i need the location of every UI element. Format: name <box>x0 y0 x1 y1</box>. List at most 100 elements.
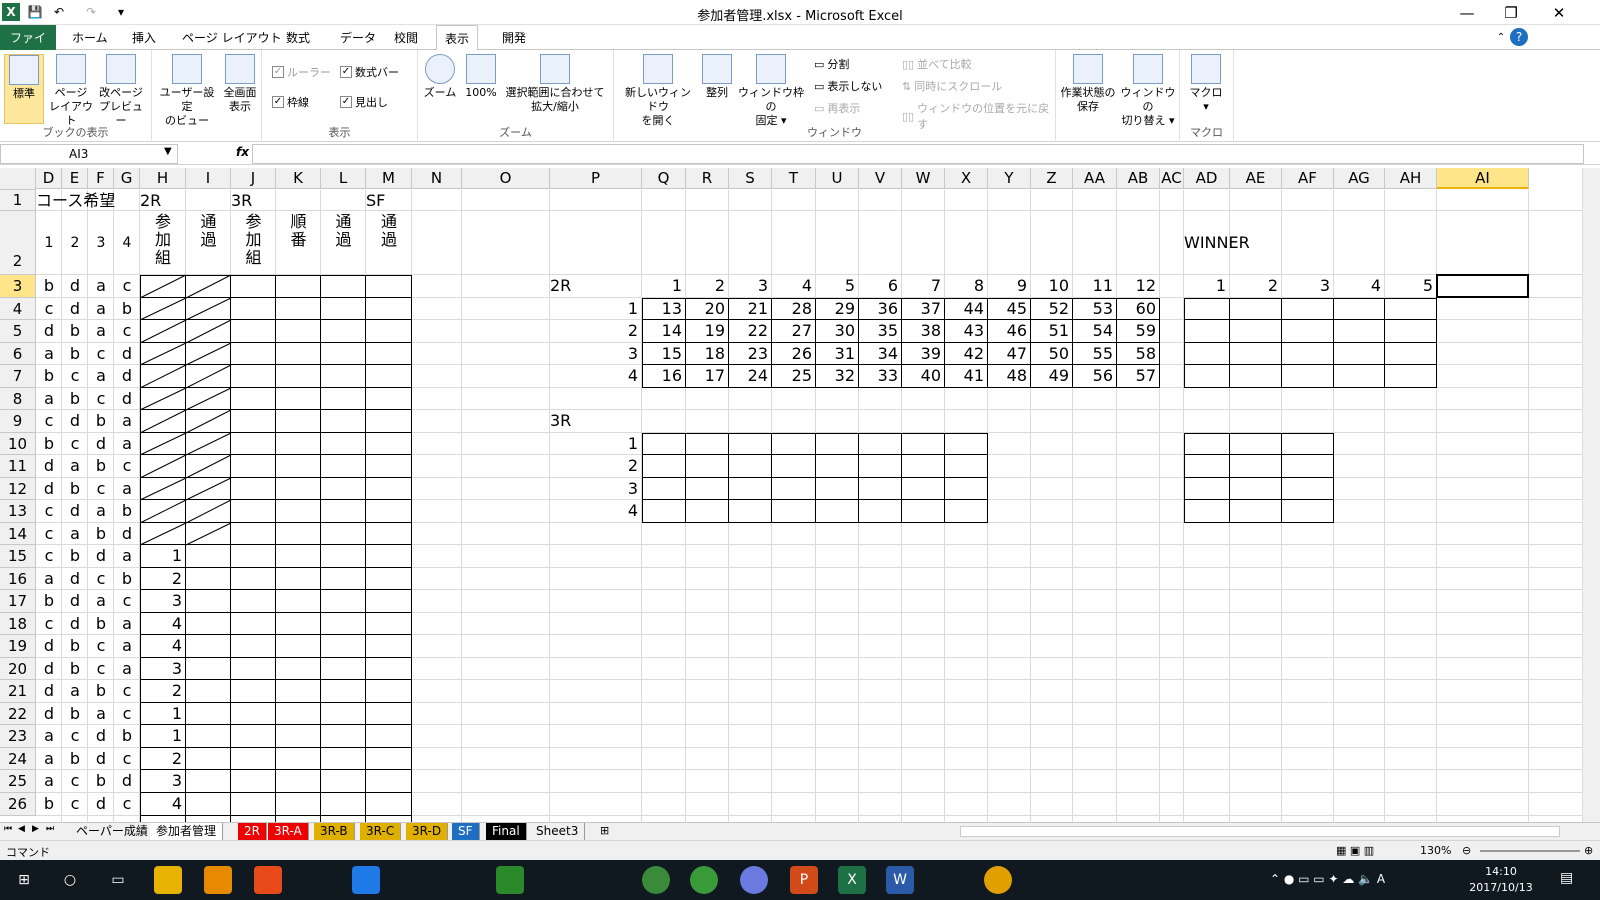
r2-column-number[interactable]: 5 <box>816 275 859 298</box>
r2-column-number[interactable]: 11 <box>1073 275 1117 298</box>
app-icon-cup2[interactable] <box>934 866 962 894</box>
r2-column-number[interactable]: 10 <box>1031 275 1073 298</box>
sheet-tab[interactable]: 3R-A <box>268 823 309 840</box>
r2-column-number[interactable]: 3 <box>729 275 772 298</box>
zoom-out-icon[interactable]: ⊖ <box>1462 844 1471 857</box>
namebox-dropdown-icon[interactable]: ▼ <box>164 146 172 157</box>
r2-row-number[interactable]: 4 <box>550 365 642 388</box>
ribbon-collapse-icon[interactable]: ⌃ <box>1492 28 1510 46</box>
dropbox-icon[interactable] <box>352 866 380 894</box>
synchronous-scroll-button[interactable]: ⇅ 同時にスクロール <box>902 78 1002 94</box>
search-icon[interactable]: ○ <box>56 866 84 894</box>
new-window-button[interactable]: 新しいウィンドウ を開く <box>620 54 696 128</box>
sheet-tab[interactable]: Sheet3 <box>530 823 586 840</box>
custom-views-button[interactable]: ユーザー設定 のビュー <box>156 54 218 128</box>
r2-column-number[interactable]: 9 <box>988 275 1031 298</box>
android-studio-icon[interactable] <box>690 866 718 894</box>
clock-date[interactable]: 2017/10/13 <box>1456 881 1546 894</box>
help-icon[interactable]: ? <box>1510 28 1528 46</box>
excel-taskbar-icon[interactable]: X <box>838 866 866 894</box>
formula-input[interactable] <box>252 144 1584 164</box>
sheet-tab[interactable]: Final <box>486 823 527 840</box>
hide-button[interactable]: ▭ 表示しない <box>814 78 882 94</box>
r2-column-number[interactable]: 2 <box>686 275 729 298</box>
arrange-all-button[interactable]: 整列 <box>698 54 736 100</box>
round-2-label[interactable]: 2R <box>550 275 642 298</box>
horizontal-scrollbar[interactable] <box>960 826 1560 837</box>
app-icon-grid[interactable] <box>496 866 524 894</box>
zoom-button[interactable]: ズーム <box>422 54 458 100</box>
tab-home[interactable]: ホーム <box>64 25 116 50</box>
r2-column-number[interactable]: 7 <box>902 275 945 298</box>
tab-formulas[interactable]: 数式 <box>278 25 318 50</box>
sheet-nav-icon[interactable]: ⏭ <box>46 824 54 834</box>
winner-column-number[interactable]: 2 <box>1230 275 1282 298</box>
r3-row-number[interactable]: 2 <box>550 455 642 478</box>
tab-page-layout[interactable]: ページ レイアウト <box>174 25 290 50</box>
sheet-tab[interactable]: 3R-D <box>406 823 449 840</box>
powerpoint-icon[interactable]: P <box>790 866 818 894</box>
sheet-tab[interactable]: 3R-B <box>314 823 355 840</box>
split-button[interactable]: ▭ 分割 <box>814 56 849 72</box>
view-side-by-side-button[interactable]: ▯▯ 並べて比較 <box>902 56 972 72</box>
sheet-nav-icon[interactable]: ▶ <box>32 824 39 834</box>
file-explorer-icon[interactable] <box>154 866 182 894</box>
r2-column-number[interactable]: 1 <box>642 275 686 298</box>
ruler-checkbox[interactable]: ✓ ルーラー <box>272 64 331 80</box>
sheet-nav-icon[interactable]: ◀ <box>18 824 25 834</box>
full-screen-button[interactable]: 全画面 表示 <box>220 54 260 114</box>
tab-file[interactable]: ファイル <box>0 25 56 62</box>
sheet-tab[interactable]: SF <box>452 823 480 840</box>
r2-column-number[interactable]: 6 <box>859 275 902 298</box>
restore-button[interactable]: ❐ <box>1492 0 1530 25</box>
insert-sheet-icon[interactable]: ⊞ <box>600 824 609 837</box>
word-icon[interactable]: W <box>886 866 914 894</box>
app-icon-cup[interactable] <box>546 866 574 894</box>
sheet-nav-icon[interactable]: ⏮ <box>4 824 12 834</box>
r3-row-number[interactable]: 1 <box>550 433 642 455</box>
r3-row-number[interactable]: 3 <box>550 478 642 500</box>
sheet-tab[interactable]: ペーパー成績 <box>70 823 155 840</box>
clock-time[interactable]: 14:10 <box>1466 865 1536 878</box>
app-icon-bowl[interactable] <box>642 866 670 894</box>
windows-start-icon[interactable]: ⊞ <box>10 866 38 894</box>
zoom-100-button[interactable]: 100% <box>462 54 500 100</box>
worksheet-grid[interactable]: D E F G H I J K L M N O P Q R S T U V W X Y Z AA AB AC AD AE AF AG AH A… <box>0 168 1582 822</box>
round-3-label[interactable]: 3R <box>550 410 642 433</box>
r2-row-number[interactable]: 3 <box>550 343 642 365</box>
r2-column-number[interactable]: 12 <box>1117 275 1160 298</box>
name-box[interactable]: AI3 <box>0 144 178 164</box>
sheet-tab[interactable]: 参加者管理 <box>150 823 224 840</box>
close-button[interactable]: ✕ <box>1540 0 1578 25</box>
media-player-icon[interactable] <box>204 866 232 894</box>
freeze-panes-button[interactable]: ウィンドウ枠の 固定 ▾ <box>738 54 804 128</box>
minimize-button[interactable]: — <box>1448 0 1486 25</box>
tab-insert[interactable]: 挿入 <box>124 25 164 50</box>
task-view-icon[interactable]: ▭ <box>104 866 132 894</box>
tab-developer[interactable]: 開発 <box>494 25 534 50</box>
winner-column-number[interactable]: 4 <box>1334 275 1385 298</box>
view-normal-icon[interactable]: ▦ ▣ ▥ <box>1336 844 1374 857</box>
save-workspace-button[interactable]: 作業状態の 保存 <box>1058 54 1118 114</box>
winner-column-number[interactable]: 1 <box>1184 275 1230 298</box>
r3-row-number[interactable]: 4 <box>550 500 642 523</box>
tab-data[interactable]: データ <box>332 25 384 50</box>
sheet-tab[interactable]: 2R <box>238 823 267 840</box>
gridlines-checkbox[interactable]: ✓ 枠線 <box>272 94 309 110</box>
tab-view[interactable]: 表示 <box>436 25 479 51</box>
notifications-icon[interactable]: ▤ <box>1560 870 1573 886</box>
discord-icon[interactable] <box>740 866 768 894</box>
chrome-icon[interactable] <box>984 866 1012 894</box>
switch-windows-button[interactable]: ウィンドウの 切り替え ▾ <box>1118 54 1178 128</box>
page-break-preview-button[interactable]: 改ページ プレビュー <box>96 54 146 128</box>
r2-column-number[interactable]: 8 <box>945 275 988 298</box>
app-icon-flame[interactable] <box>302 866 330 894</box>
page-layout-view-button[interactable]: ページ レイアウト <box>48 54 94 128</box>
app-icon-paint[interactable] <box>448 866 476 894</box>
winner-column-number[interactable]: 3 <box>1282 275 1334 298</box>
app-icon-red[interactable] <box>254 866 282 894</box>
zoom-to-selection-button[interactable]: 選択範囲に合わせて 拡大/縮小 <box>502 54 608 114</box>
unhide-button[interactable]: ▭ 再表示 <box>814 100 860 116</box>
winner-column-number[interactable]: 5 <box>1385 275 1437 298</box>
zoom-level[interactable]: 130% <box>1420 844 1451 857</box>
